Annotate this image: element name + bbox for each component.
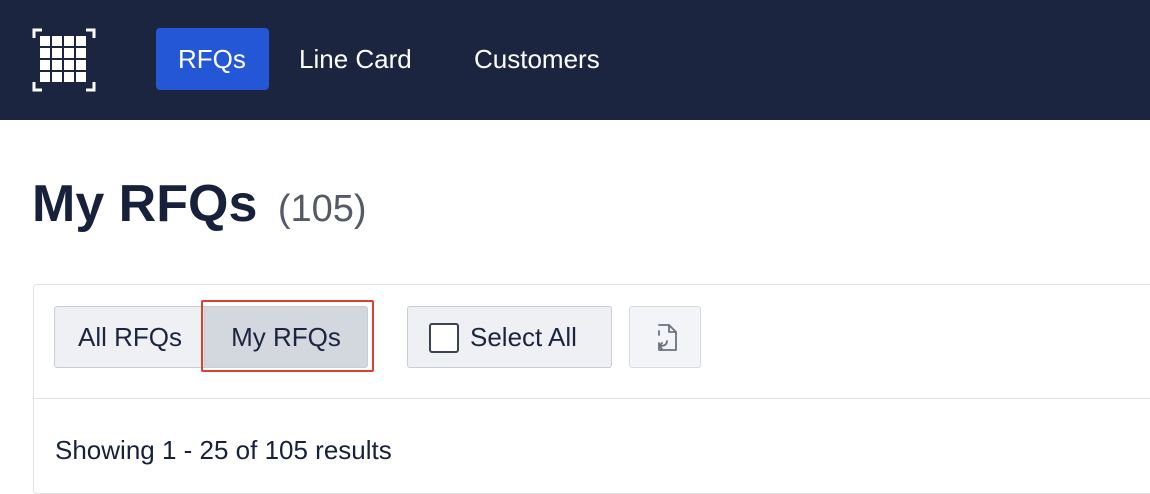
nav-item-rfqs[interactable]: RFQs [156, 28, 269, 90]
rfq-count: (105) [277, 188, 367, 230]
export-button[interactable] [629, 306, 701, 368]
nav-item-line-card[interactable]: Line Card [277, 28, 434, 90]
file-export-icon [658, 324, 677, 351]
select-all-button[interactable]: Select All [407, 306, 612, 368]
select-all-label: Select All [470, 322, 577, 352]
results-summary: Showing 1 - 25 of 105 results [55, 435, 392, 465]
filter-all-rfqs-button[interactable]: All RFQs [54, 306, 206, 368]
top-navigation-bar: RFQs Line Card Customers [0, 0, 1150, 120]
grid-logo-icon[interactable] [32, 28, 96, 92]
nav-item-customers[interactable]: Customers [452, 28, 622, 90]
filter-my-rfqs-button[interactable]: My RFQs [204, 306, 368, 368]
panel-divider [33, 398, 1150, 399]
select-all-checkbox[interactable] [429, 323, 459, 353]
page-title: My RFQs (105) [32, 172, 367, 241]
page-title-text: My RFQs [32, 175, 258, 233]
